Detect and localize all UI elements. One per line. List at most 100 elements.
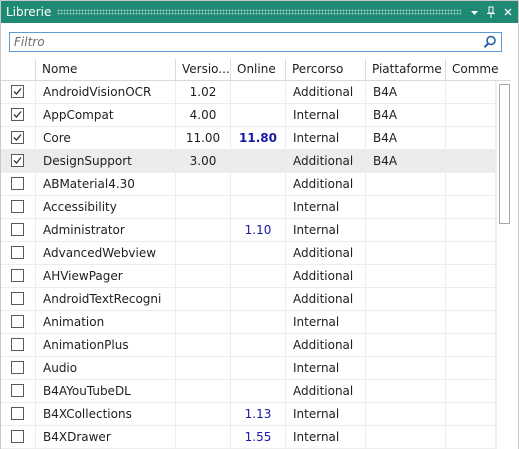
row-checkbox[interactable]: [11, 407, 24, 420]
row-online-version: [231, 196, 286, 218]
table-row[interactable]: AndroidTextRecogni Additional: [1, 288, 496, 311]
row-platform: B4A: [366, 150, 446, 172]
titlebar-grip[interactable]: [57, 9, 461, 15]
row-checkbox-cell: [1, 242, 36, 264]
row-checkbox[interactable]: [11, 223, 24, 236]
row-online-version: [231, 104, 286, 126]
row-platform: [366, 265, 446, 287]
row-comment: [446, 357, 496, 379]
table-row[interactable]: DesignSupport 3.00 Additional B4A: [1, 150, 496, 173]
row-platform: [366, 196, 446, 218]
row-name: AHViewPager: [36, 265, 176, 287]
search-icon[interactable]: [483, 35, 497, 49]
table-row[interactable]: Core 11.00 11.80 Internal B4A: [1, 127, 496, 150]
table-row[interactable]: B4XDrawer 1.55 Internal: [1, 426, 496, 449]
row-name: AdvancedWebview: [36, 242, 176, 264]
chevron-down-icon[interactable]: [467, 4, 481, 20]
row-checkbox-cell: [1, 380, 36, 402]
table-row[interactable]: Animation Internal: [1, 311, 496, 334]
row-checkbox[interactable]: [11, 131, 24, 144]
table-row[interactable]: AHViewPager Additional: [1, 265, 496, 288]
row-checkbox[interactable]: [11, 292, 24, 305]
row-platform: [366, 426, 446, 448]
row-comment: [446, 288, 496, 310]
row-path: Additional: [286, 334, 366, 356]
table-row[interactable]: B4XCollections 1.13 Internal: [1, 403, 496, 426]
row-name: AndroidVisionOCR: [36, 81, 176, 103]
row-version: [176, 380, 231, 402]
row-checkbox[interactable]: [11, 154, 24, 167]
table-row[interactable]: AndroidVisionOCR 1.02 Additional B4A: [1, 81, 496, 104]
table-row[interactable]: AnimationPlus Additional: [1, 334, 496, 357]
search-input[interactable]: [12, 34, 476, 50]
table-row[interactable]: B4AYouTubeDL Additional: [1, 380, 496, 403]
row-version: 3.00: [176, 150, 231, 172]
panel-title: Librerie: [6, 5, 52, 19]
row-checkbox-cell: [1, 311, 36, 333]
row-online-version: 1.10: [231, 219, 286, 241]
row-checkbox[interactable]: [11, 361, 24, 374]
row-online-version: [231, 242, 286, 264]
row-name: Administrator: [36, 219, 176, 241]
row-comment: [446, 196, 496, 218]
row-comment: [446, 242, 496, 264]
row-checkbox[interactable]: [11, 200, 24, 213]
row-checkbox-cell: [1, 127, 36, 149]
table-row[interactable]: ABMaterial4.30 Additional: [1, 173, 496, 196]
row-path: Additional: [286, 150, 366, 172]
row-checkbox-cell: [1, 265, 36, 287]
scrollbar-thumb[interactable]: [499, 84, 510, 224]
row-comment: [446, 81, 496, 103]
row-version: [176, 426, 231, 448]
row-path: Additional: [286, 265, 366, 287]
row-checkbox[interactable]: [11, 246, 24, 259]
row-platform: [366, 403, 446, 425]
header-path[interactable]: Percorso: [286, 59, 366, 80]
row-checkbox-cell: [1, 403, 36, 425]
row-platform: [366, 288, 446, 310]
row-checkbox[interactable]: [11, 108, 24, 121]
row-online-version: [231, 265, 286, 287]
header-name[interactable]: Nome: [36, 59, 176, 80]
row-path: Internal: [286, 127, 366, 149]
header-platform[interactable]: Piattaforme: [366, 59, 446, 80]
header-check[interactable]: [1, 59, 36, 80]
row-online-version: [231, 173, 286, 195]
row-checkbox[interactable]: [11, 384, 24, 397]
table-row[interactable]: Audio Internal: [1, 357, 496, 380]
row-online-version: 11.80: [231, 127, 286, 149]
row-checkbox[interactable]: [11, 269, 24, 282]
row-checkbox[interactable]: [11, 85, 24, 98]
header-version[interactable]: Versio...: [176, 59, 231, 80]
grid-right-edge: [511, 81, 518, 449]
table-row[interactable]: Administrator 1.10 Internal: [1, 219, 496, 242]
close-icon[interactable]: [501, 4, 515, 20]
row-version: [176, 288, 231, 310]
row-version: [176, 242, 231, 264]
row-platform: B4A: [366, 127, 446, 149]
row-online-version: [231, 81, 286, 103]
row-checkbox[interactable]: [11, 430, 24, 443]
row-name: B4XCollections: [36, 403, 176, 425]
libraries-panel: Librerie Nome Versio... Online Percorso …: [0, 0, 519, 449]
row-comment: [446, 219, 496, 241]
pin-icon[interactable]: [484, 4, 498, 20]
row-version: 4.00: [176, 104, 231, 126]
row-online-version: [231, 380, 286, 402]
row-checkbox[interactable]: [11, 315, 24, 328]
table-row[interactable]: AppCompat 4.00 Internal B4A: [1, 104, 496, 127]
row-platform: [366, 311, 446, 333]
table-row[interactable]: Accessibility Internal: [1, 196, 496, 219]
row-version: 11.00: [176, 127, 231, 149]
row-checkbox[interactable]: [11, 338, 24, 351]
vertical-scrollbar[interactable]: [496, 81, 512, 449]
header-comment[interactable]: Comme: [446, 59, 511, 80]
header-online[interactable]: Online: [231, 59, 286, 80]
table-row[interactable]: AdvancedWebview Additional: [1, 242, 496, 265]
row-version: [176, 196, 231, 218]
row-comment: [446, 173, 496, 195]
row-platform: B4A: [366, 81, 446, 103]
row-checkbox[interactable]: [11, 177, 24, 190]
panel-titlebar[interactable]: Librerie: [1, 1, 518, 23]
row-name: B4XDrawer: [36, 426, 176, 448]
